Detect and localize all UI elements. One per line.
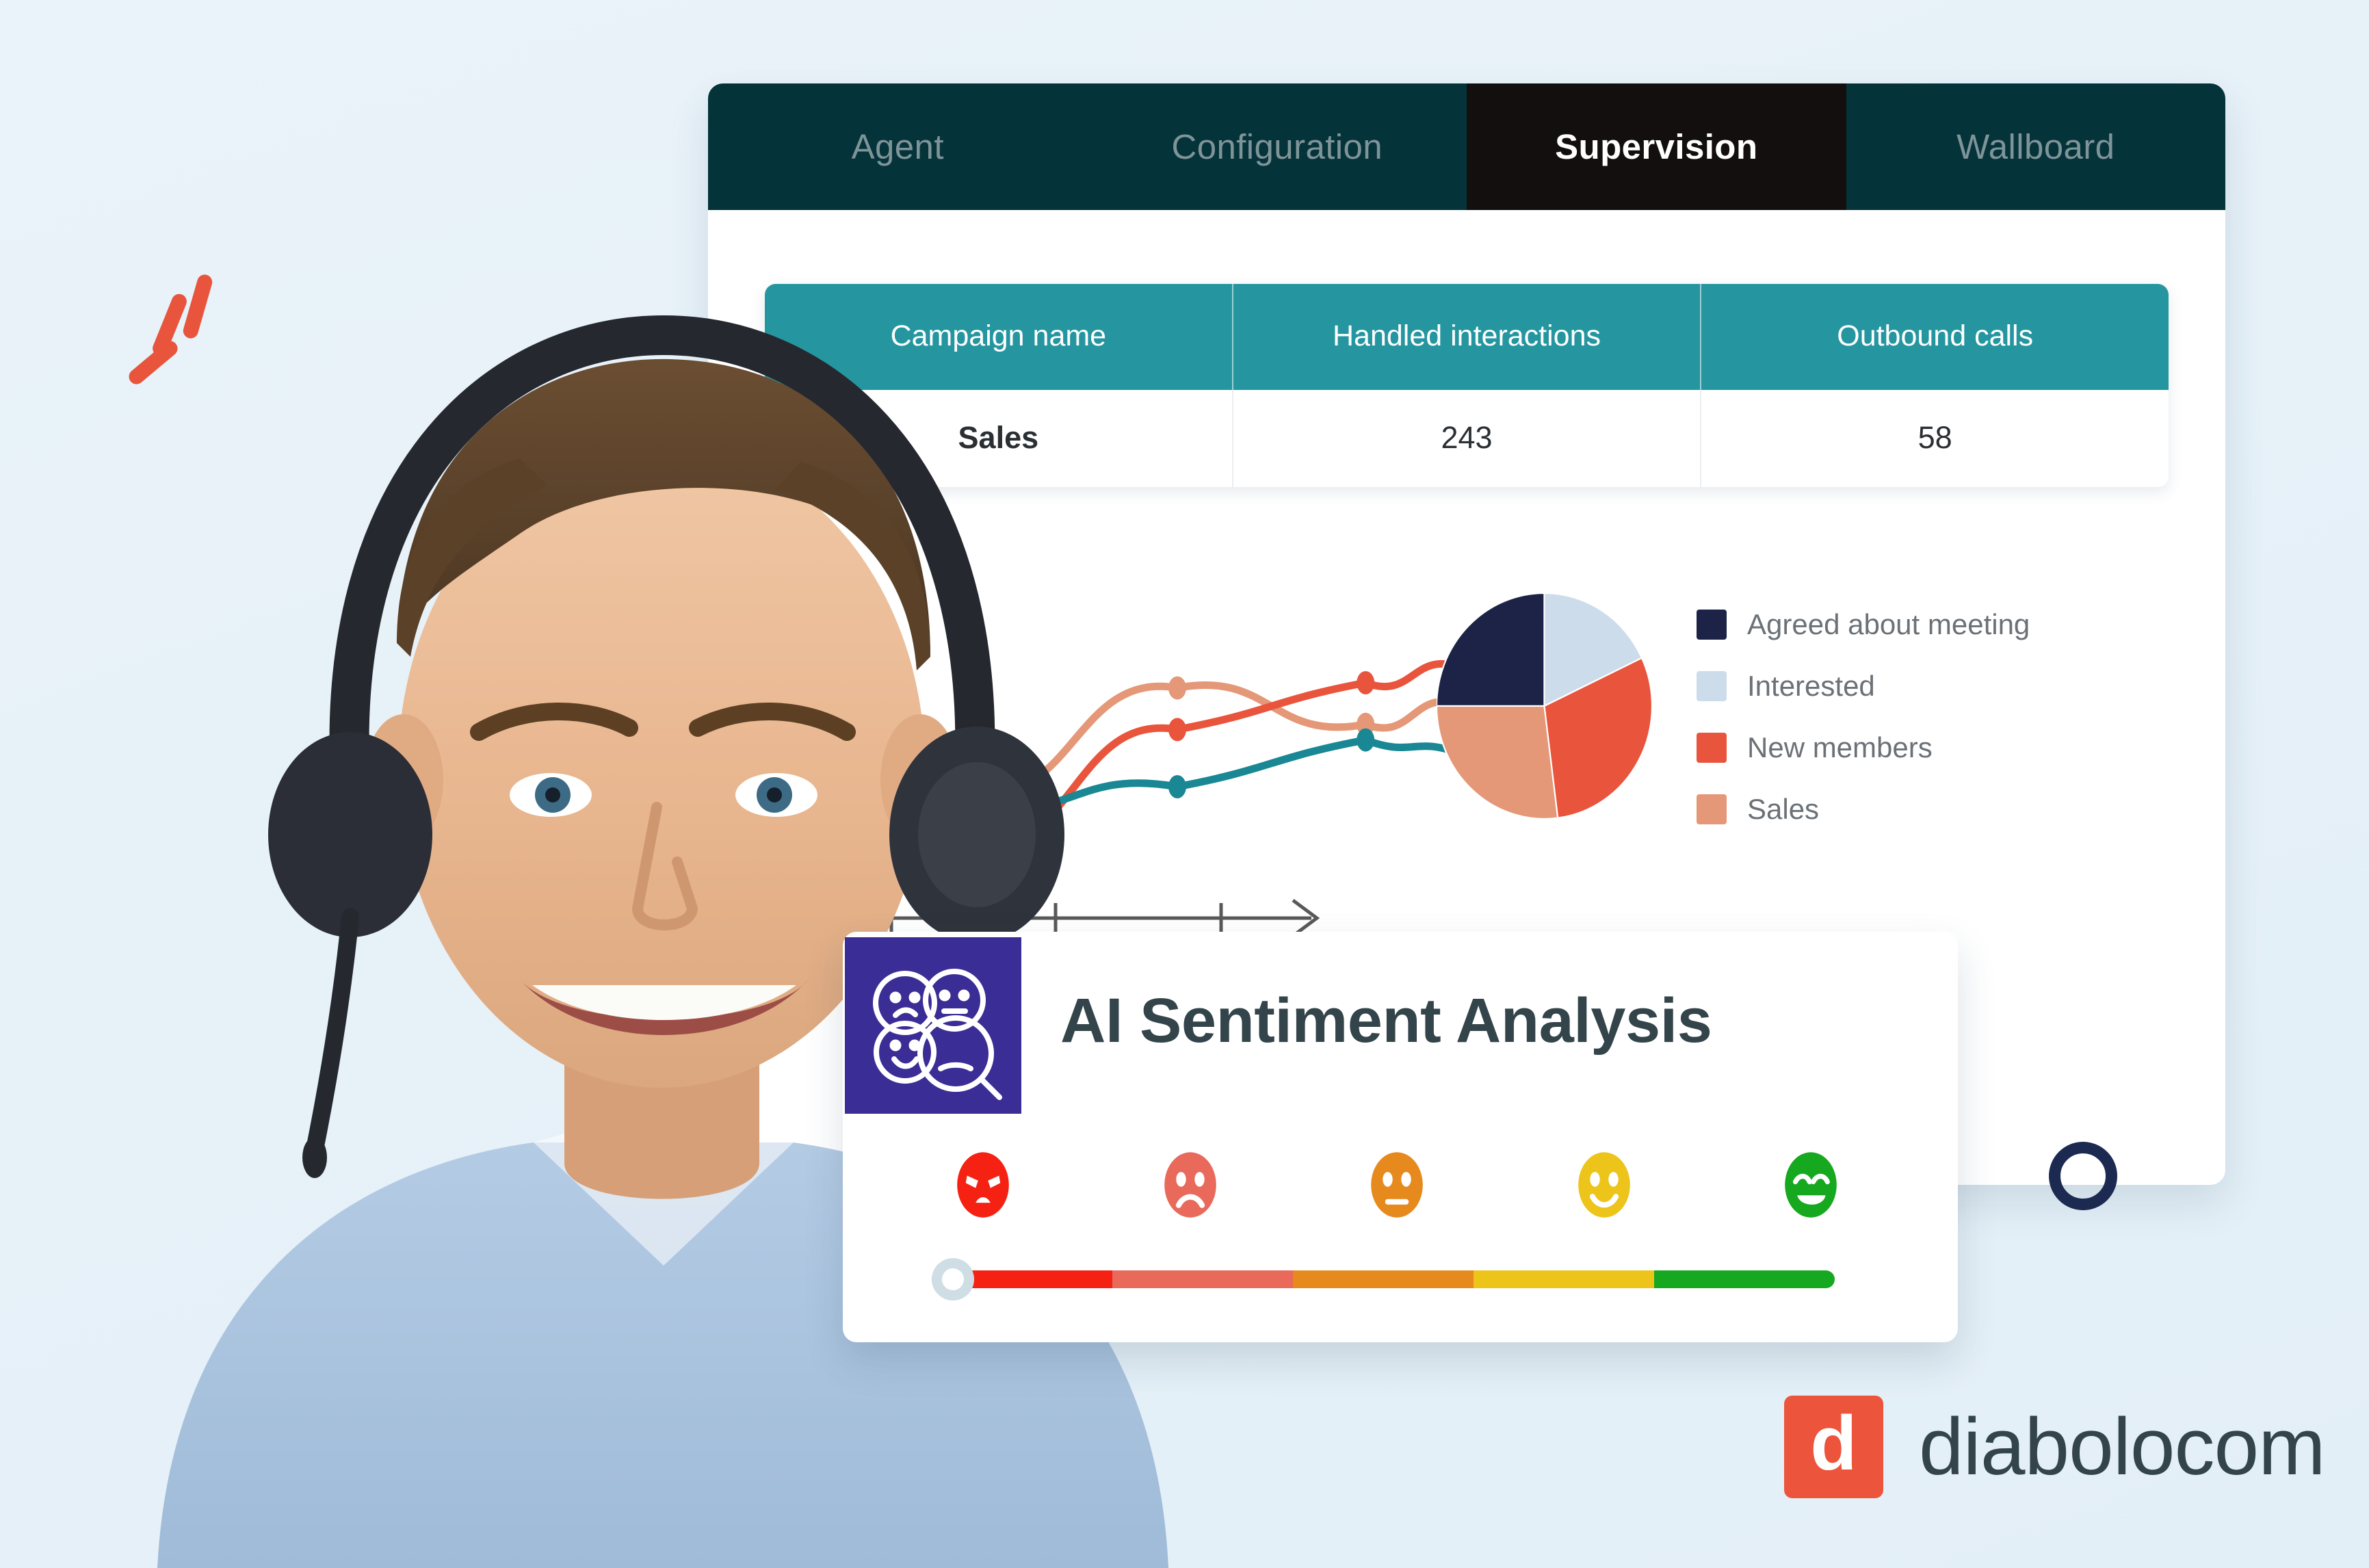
- headset-earcup-right-inner: [918, 762, 1036, 907]
- agent-portrait-photo: [157, 315, 1168, 1568]
- pie-slice-sales[interactable]: [1437, 705, 1559, 819]
- legend-label: Interested: [1747, 670, 1875, 702]
- tab-configuration-label: Configuration: [1171, 127, 1383, 166]
- tab-wallboard[interactable]: Wallboard: [1846, 83, 2226, 210]
- tab-agent-label: Agent: [851, 127, 944, 166]
- sad-face-icon[interactable]: [1160, 1151, 1221, 1219]
- pie-chart-svg: [1437, 593, 1652, 819]
- ai-sentiment-analysis-card: AI Sentiment Analysis: [843, 932, 1958, 1342]
- logo-mark-icon: d: [1784, 1396, 1883, 1498]
- tab-configuration[interactable]: Configuration: [1088, 83, 1467, 210]
- slider-thumb[interactable]: [932, 1258, 974, 1301]
- legend-swatch-icon: [1697, 794, 1727, 824]
- legend-swatch-icon: [1697, 671, 1727, 701]
- legend-item-agreed-about-meeting[interactable]: Agreed about meeting: [1697, 608, 2030, 641]
- legend-swatch-icon: [1697, 610, 1727, 640]
- legend-label: Agreed about meeting: [1747, 608, 2030, 640]
- cell-outbound-calls: 58: [1918, 420, 1952, 455]
- pupil-left: [545, 787, 560, 802]
- slider-thumb-inner: [942, 1268, 964, 1290]
- angry-face-icon[interactable]: [952, 1151, 1014, 1219]
- slider-segment-happy: [1474, 1270, 1654, 1288]
- pie-chart: Agreed about meeting Interested New memb…: [1437, 593, 2189, 894]
- sentiment-faces-magnifier-icon: [873, 969, 1002, 1100]
- pie-slice-agreed-about-meeting[interactable]: [1437, 593, 1545, 707]
- navy-ring-icon: [2049, 1142, 2117, 1210]
- headset-earcup-left: [268, 732, 432, 937]
- tab-bar: Agent Configuration Supervision Wallboar…: [708, 83, 2225, 210]
- pie-chart-legend: Agreed about meeting Interested New memb…: [1697, 608, 2030, 854]
- neutral-face-icon[interactable]: [1366, 1151, 1428, 1219]
- slider-segment-neutral: [1293, 1270, 1474, 1288]
- tab-wallboard-label: Wallboard: [1956, 127, 2115, 166]
- sentiment-face-row: [952, 1151, 1842, 1219]
- legend-item-new-members[interactable]: New members: [1697, 731, 2030, 764]
- tab-supervision[interactable]: Supervision: [1467, 83, 1846, 210]
- column-header-outbound-calls: Outbound calls: [1837, 319, 2034, 352]
- data-point-series-teal[interactable]: [1357, 728, 1375, 752]
- legend-label: New members: [1747, 731, 1933, 763]
- tab-agent[interactable]: Agent: [708, 83, 1088, 210]
- slider-segment-sad: [1112, 1270, 1293, 1288]
- headset-mic-boom: [306, 908, 359, 1158]
- headset-mic: [302, 1137, 327, 1178]
- sentiment-card-title: AI Sentiment Analysis: [1060, 986, 1712, 1056]
- legend-item-interested[interactable]: Interested: [1697, 670, 2030, 703]
- tab-supervision-label: Supervision: [1555, 127, 1758, 166]
- sentiment-slider[interactable]: [932, 1258, 1835, 1301]
- data-point-series-red[interactable]: [1357, 671, 1375, 694]
- logo-wordmark: diabolocom: [1919, 1402, 2325, 1492]
- very-happy-face-icon[interactable]: [1780, 1151, 1842, 1219]
- diabolocom-logo: d diabolocom: [1784, 1396, 2325, 1498]
- legend-swatch-icon: [1697, 733, 1727, 763]
- sentiment-badge: [845, 937, 1021, 1114]
- legend-item-sales[interactable]: Sales: [1697, 793, 2030, 826]
- slider-segment-very-happy: [1654, 1270, 1835, 1288]
- pupil-right: [767, 787, 782, 802]
- happy-face-icon[interactable]: [1573, 1151, 1635, 1219]
- legend-label: Sales: [1747, 793, 1820, 825]
